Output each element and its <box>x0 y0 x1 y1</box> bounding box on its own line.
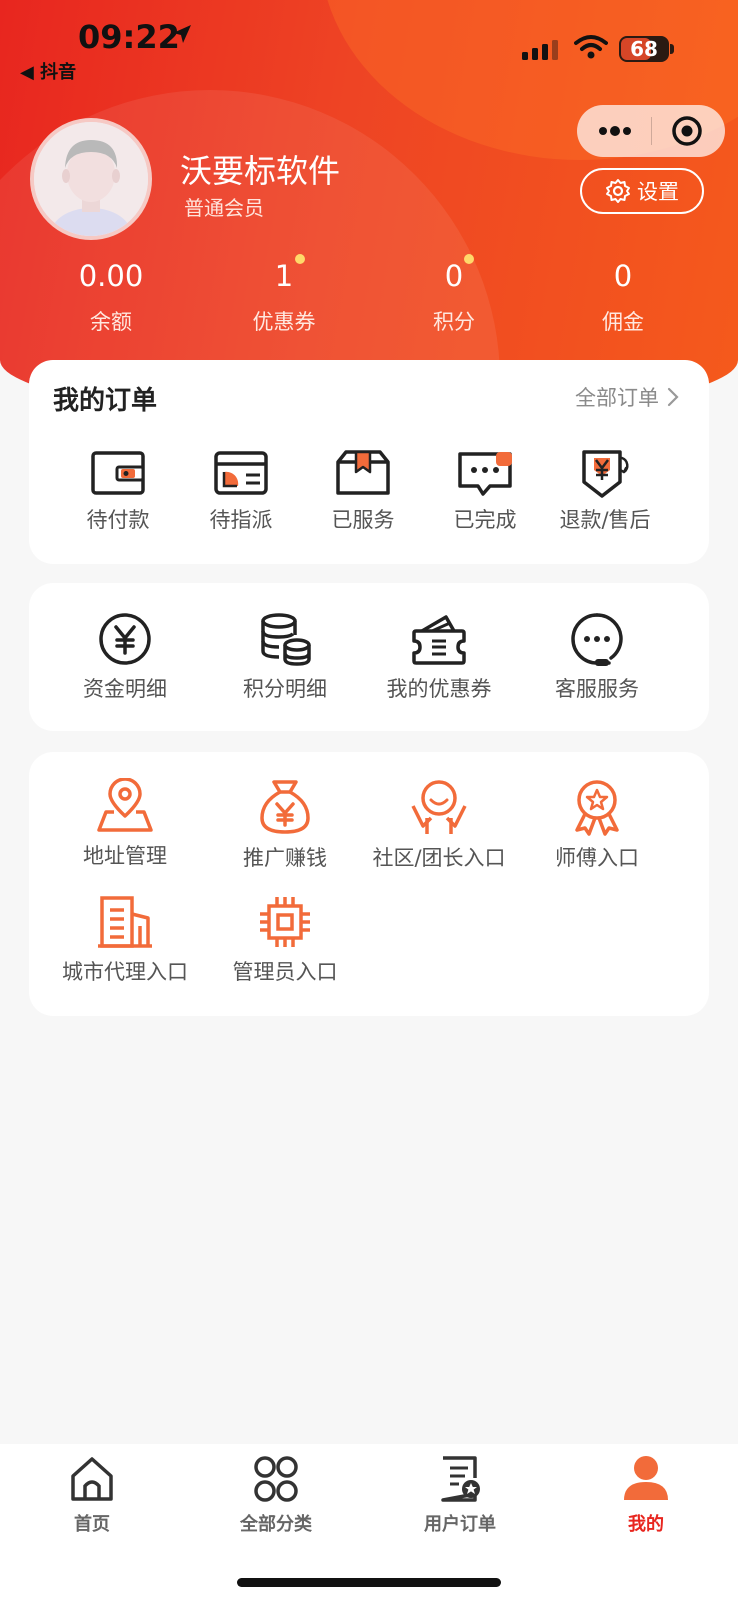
home-indicator <box>237 1578 501 1587</box>
back-to-app-link[interactable]: ◀ 抖音 <box>20 58 76 84</box>
user-icon <box>624 1456 668 1500</box>
tool-promote-earn[interactable]: 推广赚钱 <box>217 778 353 872</box>
service-label: 积分明细 <box>243 677 327 701</box>
stats-row: 0.00 余额 1 优惠券 0 积分 0 佣金 <box>0 254 738 336</box>
coupon-wallet-icon <box>412 615 466 665</box>
status-time: 09:22 <box>78 18 180 56</box>
wifi-icon <box>574 35 608 59</box>
stat-balance[interactable]: 0.00 余额 <box>41 256 181 336</box>
wallet-icon <box>91 451 145 495</box>
building-icon <box>98 896 152 948</box>
medal-icon <box>575 780 619 836</box>
home-icon <box>71 1457 113 1501</box>
tool-label: 管理员入口 <box>232 960 338 984</box>
order-pending-payment[interactable]: 待付款 <box>53 448 183 534</box>
settings-label: 设置 <box>637 180 679 204</box>
cellular-signal-icon <box>522 40 558 60</box>
miniprogram-capsule <box>577 105 725 157</box>
yuan-circle-icon <box>99 613 151 665</box>
tool-city-agent[interactable]: 城市代理入口 <box>43 894 207 986</box>
order-item-label: 待付款 <box>86 508 150 532</box>
my-orders-card: 我的订单 全部订单 待付款 待指派 已服务 已完成 退款/售后 <box>29 360 709 564</box>
order-completed[interactable]: 已完成 <box>420 448 550 534</box>
category-icon <box>254 1456 298 1502</box>
tab-label: 首页 <box>74 1514 110 1535</box>
membership-level: 普通会员 <box>184 196 264 220</box>
order-pending-assign[interactable]: 待指派 <box>176 448 306 534</box>
coins-stack-icon <box>261 613 311 666</box>
order-served[interactable]: 已服务 <box>298 448 428 534</box>
stat-value: 1 <box>274 259 294 293</box>
orders-title: 我的订单 <box>53 386 158 416</box>
battery-tip <box>670 44 674 54</box>
all-orders-link[interactable]: 全部订单 <box>575 382 679 412</box>
chat-complete-icon <box>458 452 512 496</box>
tab-label: 全部分类 <box>240 1514 312 1535</box>
money-bag-icon <box>260 780 310 834</box>
tool-label: 推广赚钱 <box>243 846 327 870</box>
stat-coupons[interactable]: 1 优惠券 <box>214 254 354 336</box>
order-refund-aftersale[interactable]: 退款/售后 <box>538 448 672 534</box>
chip-icon <box>260 897 310 947</box>
location-arrow-icon <box>173 25 191 43</box>
close-target-icon[interactable] <box>671 115 703 147</box>
card-icon <box>214 451 268 495</box>
user-name: 沃要标软件 <box>180 152 341 190</box>
stat-commission[interactable]: 0 佣金 <box>553 256 693 336</box>
tool-label: 师傅入口 <box>555 846 639 870</box>
stat-label: 佣金 <box>602 310 644 334</box>
services-card: 资金明细 积分明细 我的优惠券 客服服务 <box>29 583 709 731</box>
service-my-coupons[interactable]: 我的优惠券 <box>369 611 509 703</box>
service-label: 资金明细 <box>83 677 167 701</box>
notification-dot <box>295 254 305 264</box>
stat-label: 优惠券 <box>252 310 316 334</box>
order-doc-icon <box>441 1456 480 1502</box>
order-item-label: 已服务 <box>331 508 395 532</box>
notification-dot <box>464 254 474 264</box>
bottom-tab-bar: 首页 全部分类 用户订单 我的 <box>0 1444 738 1600</box>
service-fund-details[interactable]: 资金明细 <box>57 611 193 703</box>
tab-label: 用户订单 <box>424 1514 496 1535</box>
gear-icon <box>606 179 630 203</box>
tool-community-leader[interactable]: 社区/团长入口 <box>359 778 519 872</box>
order-item-label: 待指派 <box>209 508 273 532</box>
more-dots-icon[interactable] <box>597 119 633 143</box>
order-item-label: 已完成 <box>453 508 517 532</box>
tool-master-entry[interactable]: 师傅入口 <box>529 778 665 872</box>
service-label: 我的优惠券 <box>386 677 492 701</box>
tab-home[interactable]: 首页 <box>22 1454 162 1536</box>
tool-address-management[interactable]: 地址管理 <box>57 778 193 870</box>
customer-service-icon <box>571 613 623 666</box>
stat-value: 0 <box>613 259 633 293</box>
tool-admin-entry[interactable]: 管理员入口 <box>217 894 353 986</box>
avatar[interactable] <box>30 118 152 240</box>
refund-icon <box>582 450 629 498</box>
box-icon <box>336 450 390 495</box>
tab-mine[interactable]: 我的 <box>576 1454 716 1536</box>
tab-label: 我的 <box>628 1514 664 1535</box>
community-icon <box>411 780 467 834</box>
stat-value: 0 <box>444 259 464 293</box>
tool-label: 地址管理 <box>83 844 167 868</box>
battery-indicator: 68 <box>619 36 669 62</box>
order-item-label: 退款/售后 <box>559 508 651 532</box>
stat-label: 余额 <box>90 310 132 334</box>
stat-value: 0.00 <box>78 259 144 293</box>
settings-button[interactable]: 设置 <box>580 168 704 214</box>
tab-all-categories[interactable]: 全部分类 <box>206 1454 346 1536</box>
location-icon <box>97 778 153 832</box>
service-customer-service[interactable]: 客服服务 <box>529 611 665 703</box>
all-orders-label: 全部订单 <box>575 386 659 410</box>
capsule-divider <box>651 117 652 145</box>
service-points-details[interactable]: 积分明细 <box>217 611 353 703</box>
default-avatar-icon <box>34 122 148 236</box>
tab-user-orders[interactable]: 用户订单 <box>390 1454 530 1536</box>
tool-label: 社区/团长入口 <box>372 846 506 870</box>
service-label: 客服服务 <box>555 677 639 701</box>
tools-card: 地址管理 推广赚钱 社区/团长入口 师傅入口 城市代理入口 管理员入口 <box>29 752 709 1016</box>
chevron-right-icon <box>667 387 679 407</box>
tool-label: 城市代理入口 <box>62 960 188 984</box>
stat-points[interactable]: 0 积分 <box>384 254 524 336</box>
stat-label: 积分 <box>433 310 475 334</box>
